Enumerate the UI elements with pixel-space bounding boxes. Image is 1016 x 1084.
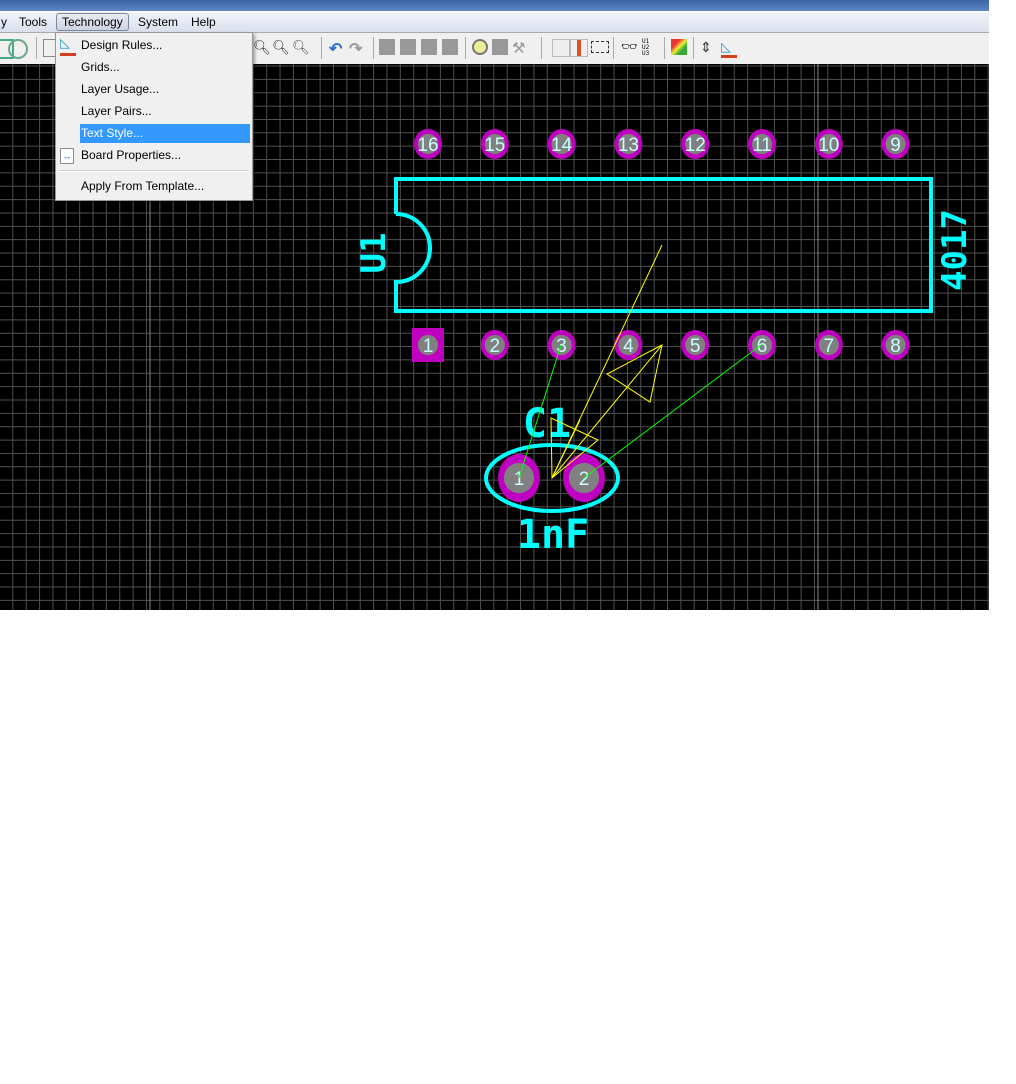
menu-item-board-properties[interactable]: Board Properties...: [80, 146, 250, 165]
pad-number: 7: [824, 336, 835, 357]
pad-number: 11: [752, 135, 772, 156]
separator: [373, 37, 374, 59]
menu-item-apply-from-template[interactable]: Apply From Template...: [80, 177, 250, 196]
inspect-icon[interactable]: [472, 39, 488, 55]
pad-number: 1: [514, 469, 525, 490]
ic-value-label: 4017: [935, 209, 975, 291]
redo-icon[interactable]: ↷: [349, 39, 365, 58]
menu-system[interactable]: System: [133, 14, 183, 30]
separator: [664, 37, 665, 59]
align-bottom-icon[interactable]: [421, 39, 437, 55]
route-icon[interactable]: [570, 39, 588, 57]
menu-item-grids[interactable]: Grids...: [80, 58, 250, 77]
menu-help[interactable]: Help: [186, 14, 221, 30]
cap-value-label: 1nF: [517, 512, 589, 558]
menu-separator: [60, 170, 248, 172]
ic-outline: [394, 177, 933, 313]
hammer-icon[interactable]: ⚒: [512, 39, 528, 57]
zoom-area-icon[interactable]: 🔍︎: [292, 39, 310, 55]
select-area-icon[interactable]: [591, 41, 609, 53]
pad-number: 5: [690, 336, 701, 357]
pad-number: 16: [417, 135, 438, 156]
menu-technology[interactable]: Technology: [56, 13, 129, 31]
pad-number: 4: [623, 336, 634, 357]
find-icon[interactable]: 👓︎: [621, 39, 638, 55]
zoom-out-icon[interactable]: 🔍︎: [253, 39, 271, 55]
design-rules-icon[interactable]: ◺: [721, 39, 737, 58]
board-properties-icon: ↔: [60, 148, 74, 164]
lock-icon[interactable]: [552, 39, 570, 57]
separator: [541, 37, 542, 59]
swap-icon[interactable]: [671, 39, 687, 55]
separator: [613, 37, 614, 59]
pad-number: 8: [890, 336, 901, 357]
pad-number: 2: [490, 336, 501, 357]
menu-item-layer-pairs[interactable]: Layer Pairs...: [80, 102, 250, 121]
dimension-icon[interactable]: ⇕: [700, 39, 716, 55]
menu-tools[interactable]: Tools: [14, 14, 52, 30]
pad-number: 12: [685, 135, 706, 156]
separator: [321, 37, 322, 59]
component-icon[interactable]: [492, 39, 508, 55]
align-top-icon[interactable]: [379, 39, 395, 55]
title-bar: [0, 0, 989, 11]
pad-number: 2: [579, 469, 590, 490]
menu-partial[interactable]: y: [0, 14, 12, 30]
pad-number: 9: [890, 135, 901, 156]
menu-item-layer-usage[interactable]: Layer Usage...: [80, 80, 250, 99]
separator: [465, 37, 466, 59]
pad-number: 14: [551, 135, 573, 156]
pad-number: 10: [818, 135, 839, 156]
renumber-icon[interactable]: U1 U2 U3: [642, 39, 658, 57]
pad-number: 1: [423, 336, 434, 357]
menu-bar: y Tools Technology System Help: [0, 11, 989, 33]
align-icon[interactable]: [442, 39, 458, 55]
zoom-in-icon[interactable]: 🔍︎: [272, 39, 290, 55]
technology-menu: ◺ Design Rules... Grids... Layer Usage..…: [55, 32, 253, 201]
ic-ref-label: U1: [354, 233, 394, 274]
pad-number: 13: [618, 135, 639, 156]
align-middle-icon[interactable]: [400, 39, 416, 55]
design-rules-icon: ◺: [60, 36, 76, 56]
menu-item-text-style[interactable]: Text Style...: [80, 124, 250, 143]
separator: [693, 37, 694, 59]
menu-item-design-rules[interactable]: Design Rules...: [80, 36, 250, 55]
view-icon[interactable]: [8, 39, 28, 59]
pad-number: 15: [484, 135, 505, 156]
separator: [36, 37, 37, 59]
undo-icon[interactable]: ↶: [329, 39, 345, 58]
